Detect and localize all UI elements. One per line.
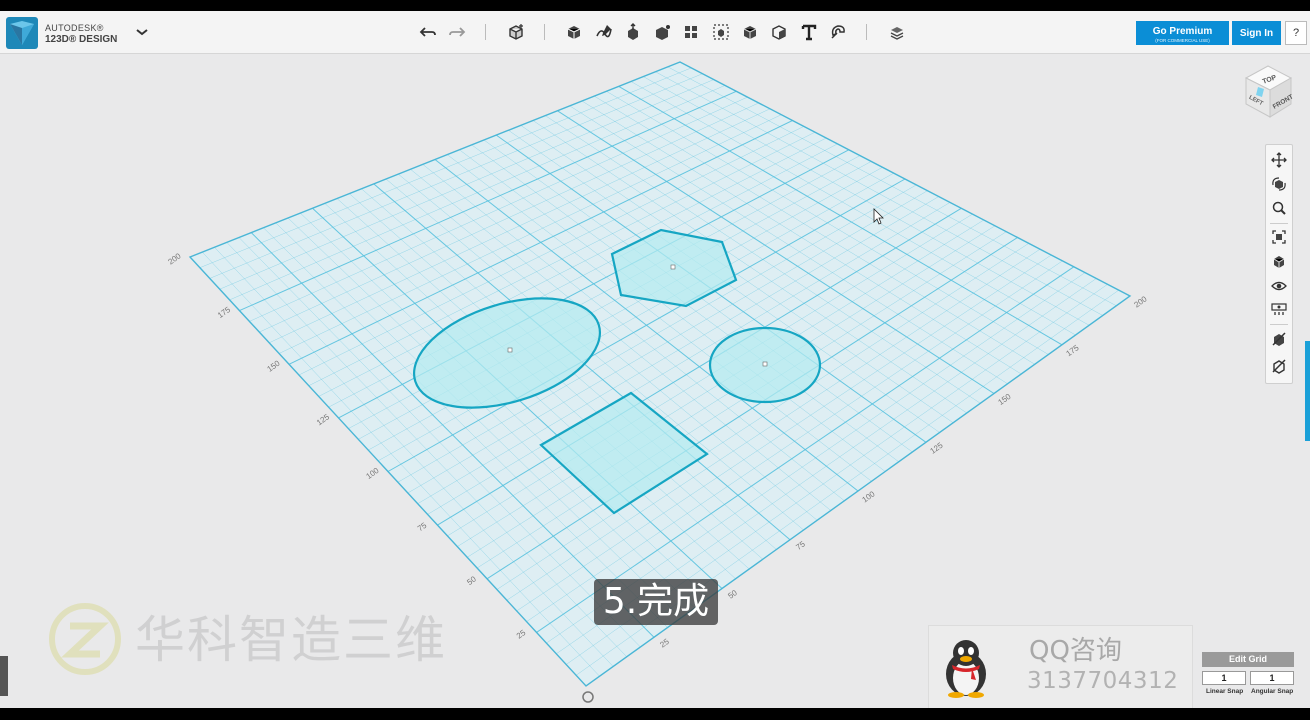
contact-box: QQ咨询 3137704312 <box>928 625 1193 708</box>
snap-button[interactable] <box>827 21 849 43</box>
grid-axis-label: 125 <box>315 412 332 427</box>
grid-axis-label: 150 <box>997 392 1014 407</box>
zoom-button[interactable] <box>1270 199 1288 217</box>
brand-name: AUTODESK® 123D® DESIGN <box>45 23 117 45</box>
text-button[interactable] <box>798 21 820 43</box>
chevron-down-icon[interactable] <box>134 24 150 40</box>
toolbar-separator <box>485 24 486 40</box>
primitives-icon <box>567 26 581 39</box>
materials-icon <box>890 27 904 40</box>
app-logo <box>6 17 38 49</box>
text-icon <box>801 24 817 41</box>
contact-number: 3137704312 <box>1027 668 1179 694</box>
pattern-icon <box>685 26 697 38</box>
help-button[interactable]: ? <box>1285 21 1307 45</box>
sketch-ellipse-center <box>507 347 513 353</box>
contact-title: QQ咨询 <box>1029 636 1122 666</box>
brand-product: 123D® DESIGN <box>45 34 118 45</box>
material-view-icon <box>1271 303 1287 315</box>
grid-axis-label: 200 <box>167 251 184 266</box>
view-button[interactable] <box>1270 253 1288 271</box>
sign-in-button[interactable]: Sign In <box>1232 21 1281 45</box>
toolbar-separator <box>544 24 545 40</box>
watermark-logo-icon <box>49 603 121 675</box>
primitives-button[interactable] <box>563 21 585 43</box>
view-icon <box>1273 256 1285 268</box>
materials-button[interactable] <box>886 21 908 43</box>
pattern-button[interactable] <box>680 21 702 43</box>
combine-icon <box>743 26 757 39</box>
construct-icon <box>628 23 638 40</box>
measure-icon <box>772 25 786 40</box>
angular-snap-label: Angular Snap <box>1251 688 1294 695</box>
grid-axis-label: 200 <box>1133 294 1150 309</box>
measure-button[interactable] <box>768 21 790 43</box>
grouping-button[interactable] <box>710 21 732 43</box>
toolbar-separator <box>866 24 867 40</box>
grid-axis-label: 175 <box>216 305 233 320</box>
sketch-icon <box>596 25 612 38</box>
top-toolbar: AUTODESK® 123D® DESIGN Go Premium (FOR C… <box>0 11 1310 54</box>
nav-separator <box>1270 324 1288 325</box>
grid-axis-label: 25 <box>515 628 528 641</box>
brand-company: AUTODESK® <box>45 23 104 33</box>
orbit-button[interactable] <box>1270 175 1288 193</box>
modify-icon <box>656 25 670 40</box>
visibility-button[interactable] <box>1270 277 1288 295</box>
visibility-icon <box>1271 281 1287 291</box>
video-caption: 5.完成 <box>594 579 718 625</box>
nav-separator <box>1270 223 1288 224</box>
grid-axis-label: 75 <box>794 539 807 552</box>
grid-axis-label: 100 <box>861 489 878 504</box>
undo-button[interactable] <box>417 21 439 43</box>
modify-button[interactable] <box>651 21 673 43</box>
go-premium-label: Go Premium <box>1152 25 1213 37</box>
grid-axis-label: 50 <box>465 574 478 587</box>
undo-icon <box>419 27 436 37</box>
transform-button[interactable] <box>505 21 527 43</box>
sketch-button[interactable] <box>593 21 615 43</box>
view-cube[interactable]: TOP LEFT FRONT <box>1244 65 1295 118</box>
fit-button[interactable] <box>1270 228 1288 246</box>
grid-origin-marker <box>582 691 594 703</box>
pan-button[interactable] <box>1270 151 1288 169</box>
grid-axis-label: 75 <box>416 521 429 534</box>
snap-icon <box>831 25 845 39</box>
transform-icon <box>509 24 523 40</box>
fit-icon <box>1272 230 1286 244</box>
go-premium-button[interactable]: Go Premium (FOR COMMERCIAL USE) <box>1136 21 1229 45</box>
zoom-icon <box>1272 201 1286 215</box>
solid-render-icon <box>1272 359 1286 374</box>
linear-snap-label: Linear Snap <box>1206 688 1244 695</box>
navigation-panel <box>1265 144 1293 384</box>
grid-axis-label: 25 <box>658 637 671 650</box>
side-panel-tab[interactable] <box>1305 341 1310 441</box>
grouping-icon <box>713 24 729 40</box>
material-view-button[interactable] <box>1270 300 1288 318</box>
grid-axis-label: 175 <box>1065 343 1082 358</box>
watermark-text: 华科智造三维 <box>135 611 447 669</box>
grid-axis-label: 50 <box>726 588 739 601</box>
outline-icon <box>1272 332 1286 346</box>
grid-axis-label: 125 <box>929 440 946 455</box>
combine-button[interactable] <box>739 21 761 43</box>
angular-snap-input[interactable] <box>1250 671 1294 685</box>
go-premium-sublabel: (FOR COMMERCIAL USE) <box>1155 37 1210 43</box>
solid-render-button[interactable] <box>1270 357 1288 375</box>
redo-icon <box>449 27 466 37</box>
grid-axis-label: 100 <box>365 466 382 481</box>
construct-button[interactable] <box>622 21 644 43</box>
sketch-circle-center <box>762 361 768 367</box>
outline-button[interactable] <box>1270 330 1288 348</box>
left-edge-handle[interactable] <box>0 656 8 696</box>
sketch-hexagon-center <box>670 264 676 270</box>
linear-snap-input[interactable] <box>1202 671 1246 685</box>
orbit-icon <box>1272 177 1286 191</box>
redo-button[interactable] <box>446 21 468 43</box>
app-window: 200 175 150 125 100 75 50 25 25 50 75 100 125 150 175 2… <box>0 11 1310 708</box>
edit-grid-button[interactable]: Edit Grid <box>1202 652 1294 667</box>
grid-axis-label: 150 <box>266 358 283 373</box>
penguin-icon <box>946 640 986 698</box>
pan-icon <box>1271 152 1287 168</box>
